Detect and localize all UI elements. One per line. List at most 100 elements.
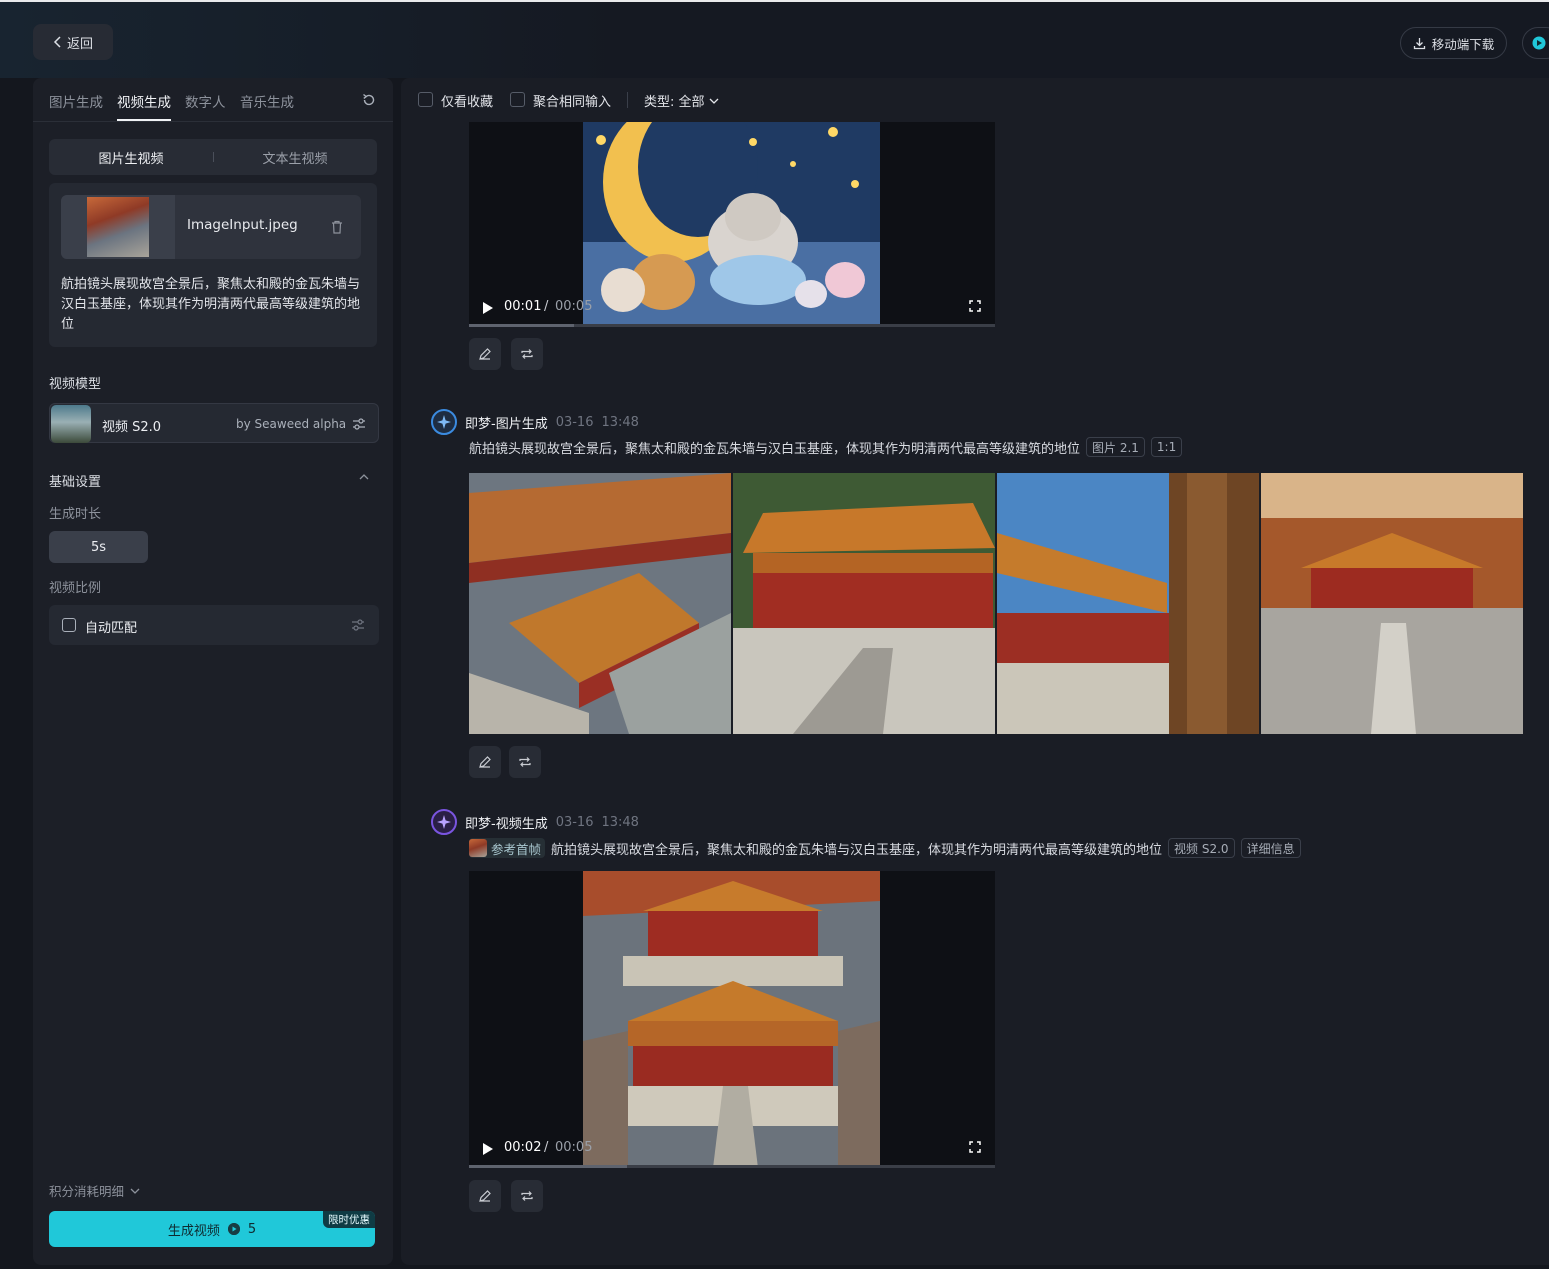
merge-input-checkbox[interactable] — [510, 92, 525, 107]
pencil-icon — [479, 348, 491, 360]
mobile-download-button[interactable]: 移动端下载 — [1400, 27, 1507, 59]
play-icon[interactable] — [483, 302, 493, 314]
prompt-text[interactable]: 航拍镜头展现故宫全景后，聚焦太和殿的金瓦朱墙与汉白玉基座，体现其作为明清两代最高… — [61, 275, 367, 335]
play-icon[interactable] — [483, 1143, 493, 1155]
image-results-grid — [469, 473, 1523, 734]
reference-frame-label: 参考首帧 — [491, 841, 542, 857]
details-tag[interactable]: 详细信息 — [1240, 838, 1301, 858]
promo-badge: 限时优惠 — [323, 1211, 375, 1228]
tab-video-generation[interactable]: 视频生成 — [117, 91, 171, 121]
video-gen-time: 13:48 — [601, 814, 639, 830]
uploaded-image-thumbnail — [61, 195, 175, 259]
video-gen-prompt[interactable]: 航拍镜头展现故宫全景后，聚焦太和殿的金瓦朱墙与汉白玉基座，体现其作为明清两代最高… — [551, 839, 1162, 858]
duration-option-5s[interactable]: 5s — [49, 531, 148, 563]
result-image-4[interactable] — [1261, 473, 1523, 734]
ratio-selector[interactable]: 自动匹配 — [49, 605, 379, 645]
back-button-label: 返回 — [66, 36, 93, 52]
reference-frame-thumbnail — [469, 839, 487, 857]
sparkle-icon — [437, 415, 451, 429]
fullscreen-icon[interactable] — [969, 300, 981, 312]
ratio-value: 自动匹配 — [85, 621, 138, 636]
hall-with-pillar-image — [997, 473, 1259, 734]
mobile-download-label: 移动端下载 — [1431, 36, 1495, 52]
pencil-icon — [479, 1190, 491, 1202]
dreamina-avatar — [431, 409, 457, 435]
regenerate-button[interactable] — [511, 1180, 543, 1212]
result-image-1[interactable] — [469, 473, 731, 734]
image-gen-prompt-row: 航拍镜头展现故宫全景后，聚焦太和殿的金瓦朱墙与汉白玉基座，体现其作为明清两代最高… — [469, 437, 1183, 457]
regenerate-button[interactable] — [511, 338, 543, 370]
ratio-label: 视频比例 — [49, 581, 102, 596]
video-progress-bar[interactable] — [469, 324, 995, 327]
favorites-only-label[interactable]: 仅看收藏 — [441, 91, 493, 110]
mode-image-to-video[interactable]: 图片生视频 — [49, 139, 213, 175]
generate-video-button[interactable]: 生成视频 5 限时优惠 — [49, 1211, 375, 1247]
model-selector[interactable]: 视频 S2.0 by Seaweed alpha — [49, 403, 379, 443]
video-progress-fill — [469, 324, 575, 327]
result-image-2[interactable] — [733, 473, 995, 734]
refresh-icon[interactable] — [361, 92, 377, 108]
video-controls: 00:01 / 00:05 — [469, 287, 995, 327]
edit-button[interactable] — [469, 1180, 501, 1212]
credits-icon — [1532, 36, 1546, 50]
reference-frame-chip[interactable]: 参考首帧 — [469, 838, 546, 858]
merge-input-label[interactable]: 聚合相同输入 — [533, 91, 611, 110]
top-bar: 返回 移动端下载 — [0, 0, 1549, 78]
tab-image-generation[interactable]: 图片生成 — [49, 91, 103, 111]
mode-switch: 图片生视频 文本生视频 — [49, 139, 377, 175]
credits-detail-toggle[interactable]: 积分消耗明细 — [49, 1181, 140, 1200]
duration-label: 生成时长 — [49, 507, 102, 522]
sliders-icon[interactable] — [351, 618, 365, 632]
regenerate-button[interactable] — [509, 746, 541, 778]
repeat-icon — [521, 349, 533, 359]
taihe-hall-front-image — [733, 473, 995, 734]
chevron-up-icon[interactable] — [359, 472, 369, 482]
uploaded-image-card[interactable]: ImageInput.jpeg — [61, 195, 361, 259]
sparkle-icon — [437, 815, 451, 829]
filter-divider — [627, 92, 628, 108]
edit-button[interactable] — [469, 746, 501, 778]
model-provider: by Seaweed alpha — [236, 417, 347, 431]
tab-music-generation[interactable]: 音乐生成 — [240, 91, 294, 111]
edit-button[interactable] — [469, 338, 501, 370]
favorites-only-checkbox[interactable] — [418, 92, 433, 107]
aspect-ratio-icon — [62, 618, 76, 632]
video-gen-date: 03-16 — [555, 814, 594, 830]
time-separator: / — [544, 1140, 549, 1155]
video-progress-bar[interactable] — [469, 1165, 995, 1168]
chevron-down-icon — [130, 1188, 140, 1194]
forbidden-city-thumbnail — [87, 197, 149, 257]
video-gen-title: 即梦-视频生成 — [465, 816, 548, 832]
repeat-icon — [521, 1191, 533, 1201]
results-feed: 仅看收藏 聚合相同输入 类型: 全部 00:01 / 00:05 即梦-图片生成… — [401, 78, 1549, 1265]
duration-time: 00:05 — [555, 299, 593, 314]
credits-chip[interactable] — [1522, 27, 1549, 59]
image-gen-header: 即梦-图片生成 03-16 13:48 — [431, 409, 639, 435]
fullscreen-icon[interactable] — [969, 1141, 981, 1153]
image-gen-prompt[interactable]: 航拍镜头展现故宫全景后，聚焦太和殿的金瓦朱墙与汉白玉基座，体现其作为明清两代最高… — [469, 438, 1080, 457]
repeat-icon — [519, 757, 531, 767]
duration-time: 00:05 — [555, 1140, 593, 1155]
filter-bar: 仅看收藏 聚合相同输入 类型: 全部 — [401, 78, 1549, 122]
video-player[interactable]: 00:01 / 00:05 — [469, 122, 995, 327]
model-tag: 图片 2.1 — [1086, 437, 1145, 457]
palace-sunset-image — [1261, 473, 1523, 734]
video-gen-prompt-row: 参考首帧 航拍镜头展现故宫全景后，聚焦太和殿的金瓦朱墙与汉白玉基座，体现其作为明… — [469, 838, 1301, 858]
video-progress-fill — [469, 1165, 627, 1168]
prompt-box[interactable]: ImageInput.jpeg 航拍镜头展现故宫全景后，聚焦太和殿的金瓦朱墙与汉… — [49, 183, 377, 347]
model-tag: 视频 S2.0 — [1168, 838, 1235, 858]
tab-digital-human[interactable]: 数字人 — [185, 91, 226, 111]
video-frame-forbidden-city — [583, 871, 880, 1168]
dreamina-avatar — [431, 809, 457, 835]
result-image-3[interactable] — [997, 473, 1259, 734]
mode-text-to-video[interactable]: 文本生视频 — [213, 139, 377, 175]
trash-icon[interactable] — [331, 220, 343, 234]
back-button[interactable]: 返回 — [33, 24, 113, 60]
video-player[interactable]: 00:02 / 00:05 — [469, 871, 995, 1168]
model-name: 视频 S2.0 — [102, 420, 162, 435]
image-gen-title: 即梦-图片生成 — [465, 416, 548, 432]
sliders-icon[interactable] — [352, 417, 366, 431]
type-filter-label: 类型: 全部 — [644, 95, 705, 110]
credits-coin-icon — [227, 1223, 240, 1235]
type-filter-dropdown[interactable]: 类型: 全部 — [644, 91, 719, 110]
